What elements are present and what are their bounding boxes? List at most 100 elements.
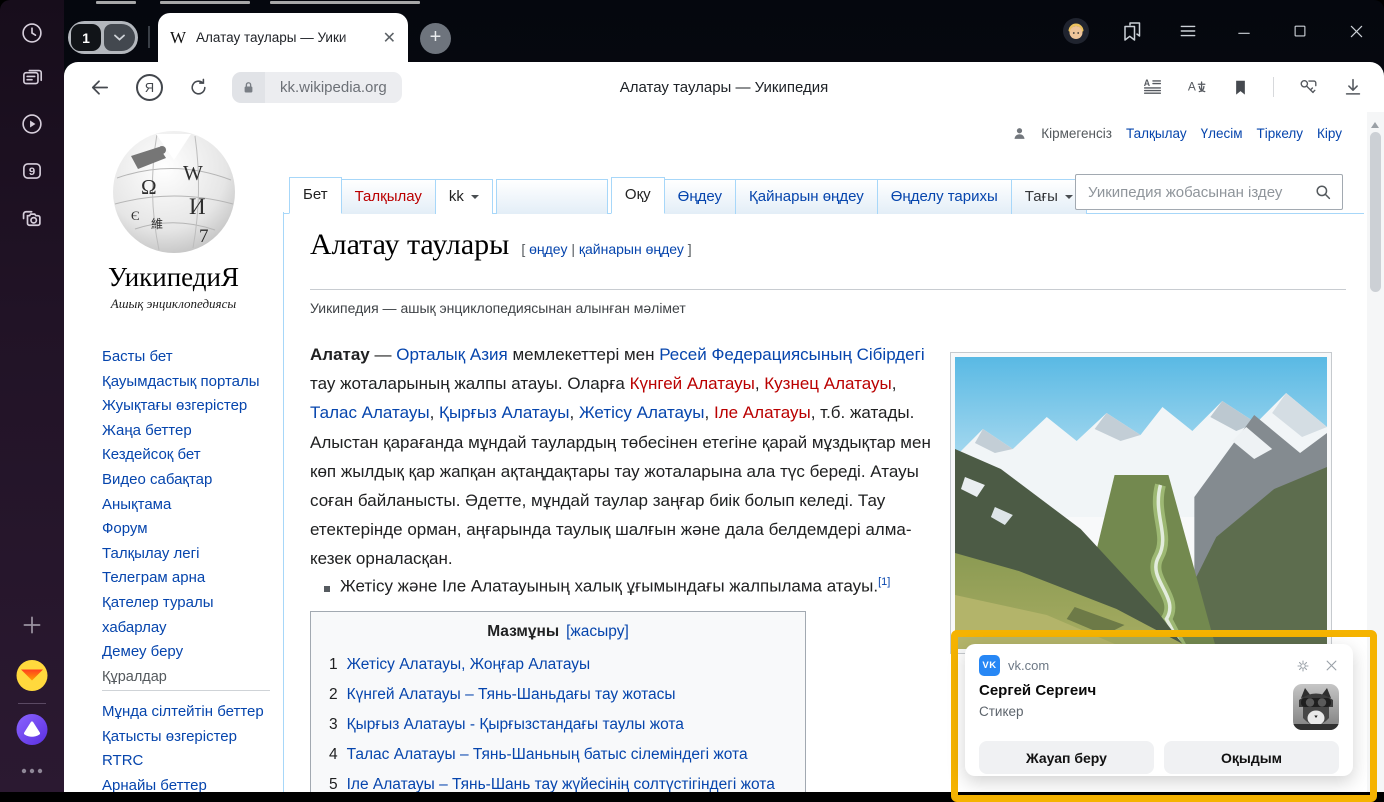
collections-icon[interactable]: [1104, 19, 1160, 43]
article-text: мемлекеттері мен: [508, 345, 660, 364]
vk-read-button[interactable]: Оқыдым: [1164, 741, 1339, 774]
toc-link[interactable]: Жетісу Алатауы, Жоңғар Алатауы: [347, 656, 591, 674]
scroll-up-arrow[interactable]: [1371, 118, 1379, 128]
search-icon[interactable]: [1314, 183, 1332, 201]
tabs-counter-icon[interactable]: 9: [19, 158, 45, 184]
toc-hide-toggle[interactable]: [жасыру]: [566, 623, 629, 640]
history-icon[interactable]: [19, 20, 45, 46]
tab-language-dropdown[interactable]: kk: [435, 179, 493, 214]
reader-mode-icon[interactable]: A: [1142, 77, 1163, 98]
translate-icon[interactable]: A: [1186, 76, 1208, 98]
article-link[interactable]: Күнгей Алатауы: [630, 374, 755, 393]
personal-link[interactable]: Үлесім: [1201, 126, 1243, 141]
yandex-mail-icon[interactable]: [17, 660, 48, 691]
notification-close-icon[interactable]: [1324, 658, 1339, 673]
tab-history[interactable]: Өңделу тарихы: [877, 179, 1012, 214]
page-scrollbar[interactable]: [1367, 112, 1384, 792]
refresh-button[interactable]: [188, 77, 209, 98]
yandex-button[interactable]: Я: [136, 74, 163, 101]
toc-number: 3: [329, 716, 338, 734]
tools-link[interactable]: Арнайы беттер: [102, 774, 280, 792]
sidebar-link[interactable]: Жуықтағы өзгерістер: [102, 394, 280, 419]
article-image-thumbnail[interactable]: [950, 352, 1332, 654]
personal-link[interactable]: Кіру: [1317, 126, 1342, 141]
new-tab-button[interactable]: +: [420, 23, 451, 54]
scrollbar-thumb[interactable]: [1370, 132, 1381, 292]
address-bar[interactable]: kk.wikipedia.org: [232, 72, 402, 103]
edit-link[interactable]: өңдеу: [529, 241, 567, 257]
tools-link[interactable]: Қатысты өзгерістер: [102, 725, 280, 750]
sidebar-link[interactable]: Анықтама: [102, 493, 280, 518]
content-divider: [283, 212, 284, 792]
article-link[interactable]: Қырғыз Алатауы: [439, 403, 569, 422]
lock-icon[interactable]: [232, 72, 265, 103]
sidebar-link[interactable]: Кездейсоқ бет: [102, 443, 280, 468]
tab-talk[interactable]: Талқылау: [341, 179, 436, 214]
toc-link[interactable]: Іле Алатауы – Тянь-Шань тау жүйесінің со…: [347, 776, 775, 792]
maximize-button[interactable]: [1272, 22, 1328, 40]
notes-icon[interactable]: [19, 64, 45, 90]
bookmark-icon[interactable]: [1231, 78, 1250, 97]
article-link[interactable]: Жетісу Алатауы: [579, 403, 705, 422]
password-manager-icon[interactable]: [1297, 76, 1319, 98]
menu-icon[interactable]: [1160, 21, 1216, 41]
downloads-icon[interactable]: [1342, 76, 1364, 98]
toc-number: 2: [329, 686, 338, 704]
screenshot-camera-icon[interactable]: [19, 205, 46, 232]
tabstrip-separator: [148, 26, 150, 48]
edit-source-link[interactable]: қайнарын өңдеу: [579, 241, 684, 257]
tab-edit-source[interactable]: Қайнарын өңдеу: [735, 179, 878, 214]
tab-group-chevron[interactable]: [104, 24, 135, 51]
close-button[interactable]: [1328, 22, 1384, 41]
toc-link[interactable]: Талас Алатауы – Тянь-Шаньның батыс сілем…: [347, 746, 748, 764]
sidebar-link[interactable]: Қауымдастық порталы: [102, 370, 280, 395]
toolbar-divider: [1273, 77, 1274, 97]
toc-link[interactable]: Күнгей Алатауы – Тянь-Шаньдағы тау жотас…: [347, 686, 676, 704]
tab-page[interactable]: Бет: [289, 177, 342, 214]
url-text[interactable]: kk.wikipedia.org: [265, 72, 402, 103]
user-icon: [1012, 126, 1027, 141]
tab-group-count-badge[interactable]: 1: [71, 24, 101, 51]
tools-link[interactable]: RTRC: [102, 749, 280, 774]
tab-close-icon[interactable]: ✕: [383, 28, 396, 48]
article-bullet: Жетісу және Іле Алатауының халық ұғымынд…: [324, 576, 944, 597]
more-dots-icon[interactable]: [19, 766, 45, 776]
tab-edit[interactable]: Өңдеу: [664, 179, 736, 214]
personal-link[interactable]: Талқылау: [1126, 126, 1187, 141]
sidebar-link[interactable]: Басты бет: [102, 345, 280, 370]
vk-reply-button[interactable]: Жауап беру: [979, 741, 1154, 774]
sidebar-link[interactable]: Видео сабақтар: [102, 468, 280, 493]
vk-notification-popup[interactable]: VK vk.com Сергей Сергеич Стикер: [965, 644, 1353, 776]
toc-link[interactable]: Қырғыз Алатауы - Қырғызстандағы таулы жо…: [347, 716, 684, 734]
sidebar-link[interactable]: Форум: [102, 517, 280, 542]
sidebar-link[interactable]: Телеграм арна: [102, 566, 280, 591]
reference-link[interactable]: [1]: [878, 576, 890, 588]
search-input[interactable]: [1086, 183, 1314, 202]
back-button[interactable]: [88, 76, 111, 99]
browser-tab-active[interactable]: W Алатау таулары — Уики ✕: [158, 13, 408, 62]
wiki-search-box[interactable]: [1075, 174, 1343, 210]
sidebar-link[interactable]: Қателер туралы хабарлау: [102, 591, 280, 640]
minimize-button[interactable]: [1216, 22, 1272, 40]
sidebar-add-icon[interactable]: [19, 612, 45, 638]
notification-settings-icon[interactable]: [1295, 658, 1311, 674]
personal-link[interactable]: Тіркелу: [1257, 126, 1304, 141]
wikipedia-logo[interactable]: W Ω И 7 Є 維 УикипедиЯ Ашық энциклопедияс…: [64, 112, 283, 312]
tab-read[interactable]: Оқу: [611, 177, 665, 214]
sidebar-link[interactable]: Талқылау легі: [102, 542, 280, 567]
article-link[interactable]: Орталық Азия: [396, 345, 508, 364]
article-link[interactable]: Іле Алатауы: [714, 403, 811, 422]
tools-link[interactable]: Мұнда сілтейтін беттер: [102, 700, 280, 725]
alice-assistant-icon[interactable]: [17, 714, 48, 745]
article-link[interactable]: Кузнец Алатауы: [764, 374, 891, 393]
article-link[interactable]: Ресей Федерациясының: [659, 345, 852, 364]
article-link[interactable]: Талас Алатауы: [310, 403, 430, 422]
toc-item: 1Жетісу Алатауы, Жоңғар Алатауы: [329, 656, 787, 674]
article-link[interactable]: Сібірдегі: [857, 345, 925, 364]
toc-item: 4Талас Алатауы – Тянь-Шаньның батыс сіле…: [329, 746, 787, 764]
profile-avatar[interactable]: [1048, 18, 1104, 44]
sidebar-link[interactable]: Жаңа беттер: [102, 419, 280, 444]
video-icon[interactable]: [19, 111, 45, 137]
sidebar-link[interactable]: Демеу беру: [102, 640, 280, 665]
tab-group-pill[interactable]: 1: [68, 21, 138, 54]
